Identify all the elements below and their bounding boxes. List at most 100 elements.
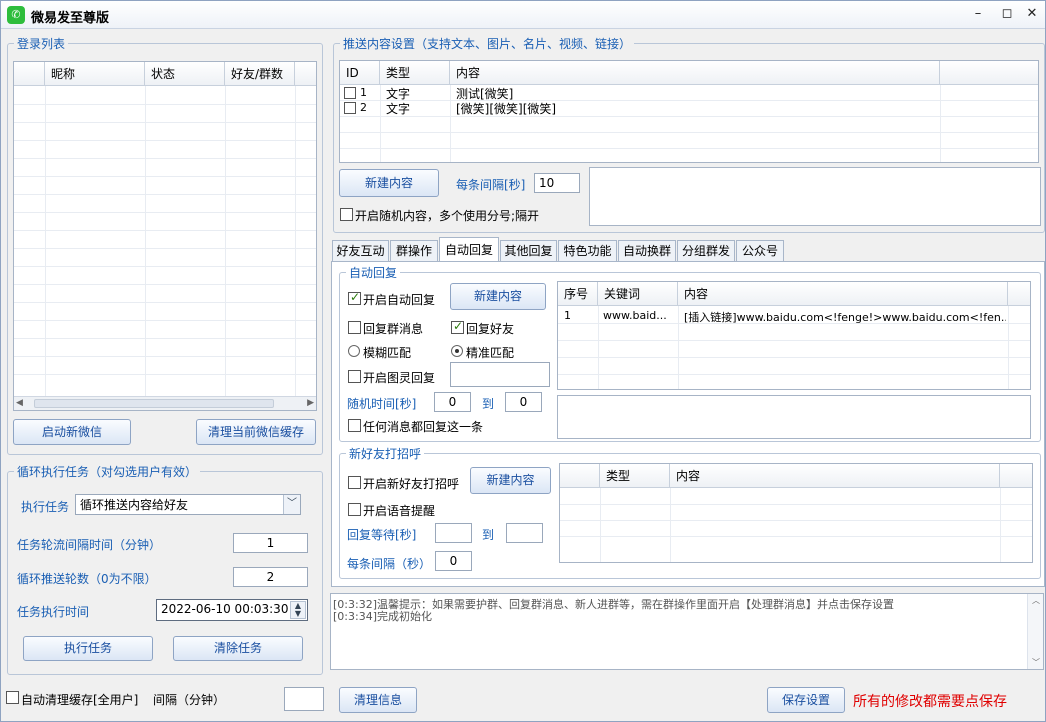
wait-from-input[interactable] <box>435 523 472 543</box>
maximize-button[interactable]: ◻ <box>996 5 1018 23</box>
new-greet-content-button[interactable]: 新建内容 <box>470 467 551 494</box>
exec-time-value: 2022-06-10 00:03:30 <box>161 602 289 616</box>
row-checkbox[interactable] <box>344 87 356 99</box>
login-list-header: 昵称 状态 好友/群数 <box>14 62 316 86</box>
col-greet-type[interactable]: 类型 <box>600 464 670 488</box>
scroll-thumb[interactable] <box>34 399 274 408</box>
title-bar: ✆ 微易发至尊版 – ◻ ✕ <box>1 1 1045 29</box>
random-time-from-input[interactable]: 0 <box>434 392 471 412</box>
col-select <box>14 62 45 86</box>
new-friend-greet-label: 开启新好友打招呼 <box>363 477 460 491</box>
save-settings-button[interactable]: 保存设置 <box>767 687 845 713</box>
col-id[interactable]: ID <box>340 61 380 85</box>
login-list-title: 登录列表 <box>14 35 69 52</box>
new-reply-content-button[interactable]: 新建内容 <box>450 283 546 310</box>
row-id: 1 <box>360 86 367 99</box>
spinner-icon[interactable]: ▲ ▼ <box>290 601 306 619</box>
tab-auto-switch-group[interactable]: 自动换群 <box>618 240 676 261</box>
minimize-button[interactable]: – <box>967 5 989 23</box>
col-greet-content[interactable]: 内容 <box>670 464 1000 488</box>
log-area[interactable]: [0:3:32]温馨提示：如果需要护群、回复群消息、新人进群等，需在群操作里面开… <box>330 593 1044 670</box>
wechat-icon: ✆ <box>7 6 25 24</box>
keyword-reply-table[interactable]: 序号 关键词 内容 1 www.baid... [插入链接]www.baidu.… <box>557 281 1031 390</box>
tab-group-ops[interactable]: 群操作 <box>390 240 438 261</box>
voice-reminder-checkbox[interactable] <box>348 503 361 516</box>
any-msg-reply-checkbox[interactable] <box>348 419 361 432</box>
login-list-table[interactable]: 昵称 状态 好友/群数 ◀ ▶ <box>13 61 317 411</box>
reply-friend-checkbox[interactable] <box>451 319 464 334</box>
new-friend-title: 新好友打招呼 <box>346 445 425 462</box>
col-nickname[interactable]: 昵称 <box>45 62 145 86</box>
col-friends[interactable]: 好友/群数 <box>225 62 295 86</box>
rounds-label: 循环推送轮数（0为不限） <box>17 572 157 586</box>
login-list-hscrollbar[interactable]: ◀ ▶ <box>14 396 316 410</box>
tab-official-account[interactable]: 公众号 <box>736 240 784 261</box>
tuling-key-input[interactable] <box>450 362 550 387</box>
row-id: 2 <box>360 101 367 114</box>
auto-clean-checkbox[interactable] <box>6 691 19 704</box>
push-table-header: ID 类型 内容 <box>340 61 1038 85</box>
close-button[interactable]: ✕ <box>1021 5 1043 23</box>
start-wechat-button[interactable]: 启动新微信 <box>13 419 131 445</box>
log-vscrollbar[interactable]: ︿ ﹀ <box>1027 594 1043 669</box>
col-reply-content[interactable]: 内容 <box>678 282 1008 306</box>
tab-friend-interaction[interactable]: 好友互动 <box>332 240 389 261</box>
col-no[interactable]: 序号 <box>558 282 598 306</box>
fuzzy-match-radio[interactable] <box>348 345 360 357</box>
enable-auto-reply-label: 开启自动回复 <box>363 293 436 307</box>
row-type: 文字 <box>386 102 411 116</box>
push-interval-label: 每条间隔[秒] <box>456 178 526 192</box>
random-time-to-input[interactable]: 0 <box>505 392 542 412</box>
row-checkbox[interactable] <box>344 102 356 114</box>
window-title: 微易发至尊版 <box>31 11 110 26</box>
scroll-down-icon[interactable]: ﹀ <box>1032 657 1040 668</box>
interval-label: 任务轮流间隔时间（分钟） <box>17 538 162 552</box>
col-status[interactable]: 状态 <box>145 62 225 86</box>
push-content-table[interactable]: ID 类型 内容 1 文字 测试[微笑] 2 文字 [微笑][微笑][微笑] <box>339 60 1039 163</box>
wait-to-label: 到 <box>482 528 495 542</box>
tab-group-broadcast[interactable]: 分组群发 <box>677 240 735 261</box>
push-interval-input[interactable]: 10 <box>534 173 580 193</box>
tab-features[interactable]: 特色功能 <box>558 240 617 261</box>
each-interval-input[interactable]: 0 <box>435 551 472 571</box>
exec-time-picker[interactable]: 2022-06-10 00:03:30 ▲ ▼ <box>156 599 308 621</box>
run-task-button[interactable]: 执行任务 <box>23 636 153 661</box>
enable-auto-reply-checkbox[interactable] <box>348 290 361 305</box>
col-keyword[interactable]: 关键词 <box>598 282 678 306</box>
auto-clean-label: 自动清理缓存[全用户] <box>21 693 139 707</box>
reply-preview-textarea[interactable] <box>557 395 1031 439</box>
random-content-textarea[interactable] <box>589 167 1041 226</box>
new-friend-greet-checkbox[interactable] <box>348 476 361 489</box>
interval-input[interactable]: 1 <box>233 533 308 553</box>
wait-to-input[interactable] <box>506 523 543 543</box>
exact-match-radio[interactable] <box>451 345 463 357</box>
random-content-checkbox[interactable] <box>340 208 353 221</box>
any-msg-reply-label: 任何消息都回复这一条 <box>363 420 484 434</box>
task-select-value: 循环推送内容给好友 <box>80 498 189 512</box>
scroll-right-icon[interactable]: ▶ <box>307 398 314 408</box>
col-type[interactable]: 类型 <box>380 61 450 85</box>
col-content[interactable]: 内容 <box>450 61 940 85</box>
tab-other-reply[interactable]: 其他回复 <box>500 240 557 261</box>
rounds-input[interactable]: 2 <box>233 567 308 587</box>
col-select <box>560 464 600 488</box>
task-select[interactable]: 循环推送内容给好友 ﹀ <box>75 494 301 515</box>
greet-content-table[interactable]: 类型 内容 <box>559 463 1033 563</box>
each-interval-label: 每条间隔（秒） <box>347 557 432 571</box>
auto-clean-interval-input[interactable] <box>284 687 324 711</box>
fuzzy-match-label: 模糊匹配 <box>363 346 412 360</box>
scroll-left-icon[interactable]: ◀ <box>16 398 23 408</box>
reply-group-msg-checkbox[interactable] <box>348 321 361 334</box>
random-time-label: 随机时间[秒] <box>347 397 417 411</box>
tuling-reply-checkbox[interactable] <box>348 370 361 383</box>
clear-cache-button[interactable]: 清理当前微信缓存 <box>196 419 316 445</box>
voice-reminder-label: 开启语音提醒 <box>363 504 436 518</box>
scroll-up-icon[interactable]: ︿ <box>1032 595 1040 606</box>
chevron-down-icon[interactable]: ﹀ <box>283 495 300 514</box>
clear-task-button[interactable]: 清除任务 <box>173 636 303 661</box>
new-push-content-button[interactable]: 新建内容 <box>339 169 439 197</box>
push-settings-title: 推送内容设置（支持文本、图片、名片、视频、链接） <box>340 35 635 52</box>
app-window: ✆ 微易发至尊版 – ◻ ✕ 登录列表 昵称 状态 好友/群数 ◀ ▶ 启动新微… <box>0 0 1046 722</box>
tab-auto-reply[interactable]: 自动回复 <box>439 237 499 262</box>
clear-log-button[interactable]: 清理信息 <box>339 687 417 713</box>
